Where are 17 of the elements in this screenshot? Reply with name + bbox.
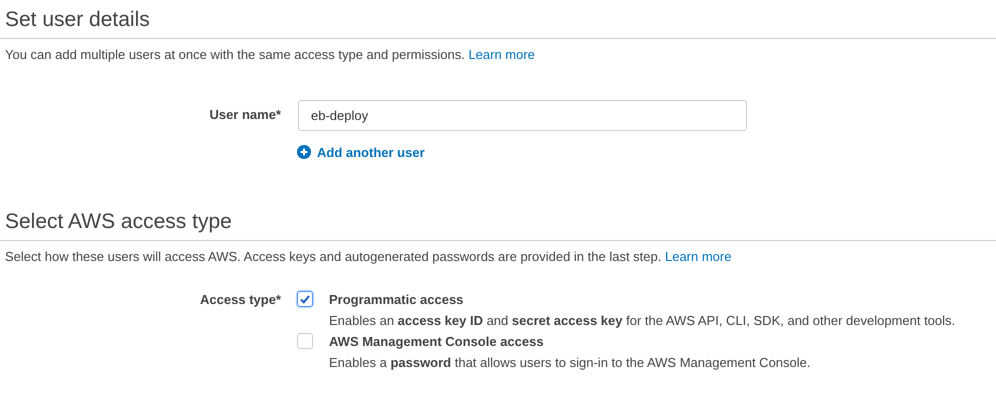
user-name-field[interactable]: eb-deploy xyxy=(298,100,747,130)
field-label: User name* xyxy=(208,106,281,124)
learn-more-link[interactable]: Learn more xyxy=(468,47,535,62)
option-description: Enables a password that allows users to sign-in to the AWS Management Console. xyxy=(329,354,812,372)
checkbox[interactable] xyxy=(297,290,313,306)
option-description: Enables an access key ID and secret access key for the AWS API, CLI, SDK, and other development tools. xyxy=(329,312,956,330)
section-description: You can add multiple users at once with the same access type and permissions. Learn more xyxy=(4,46,536,64)
option-label: Programmatic access xyxy=(329,290,464,309)
section-title: Select AWS access type xyxy=(0,202,996,241)
add-user-link[interactable]: Add another user xyxy=(297,142,425,162)
option-label: AWS Management Console access xyxy=(329,332,545,351)
section-description: Select how these users will access AWS. Access keys and autogenerated passwords are provided in the last step. Learn more xyxy=(4,248,732,266)
plus-circle-icon xyxy=(297,145,311,160)
learn-more-link[interactable]: Learn more xyxy=(664,249,732,264)
checkbox[interactable] xyxy=(297,332,313,348)
section-title: Set user details xyxy=(0,0,996,39)
field-label: Access type* xyxy=(199,290,281,309)
